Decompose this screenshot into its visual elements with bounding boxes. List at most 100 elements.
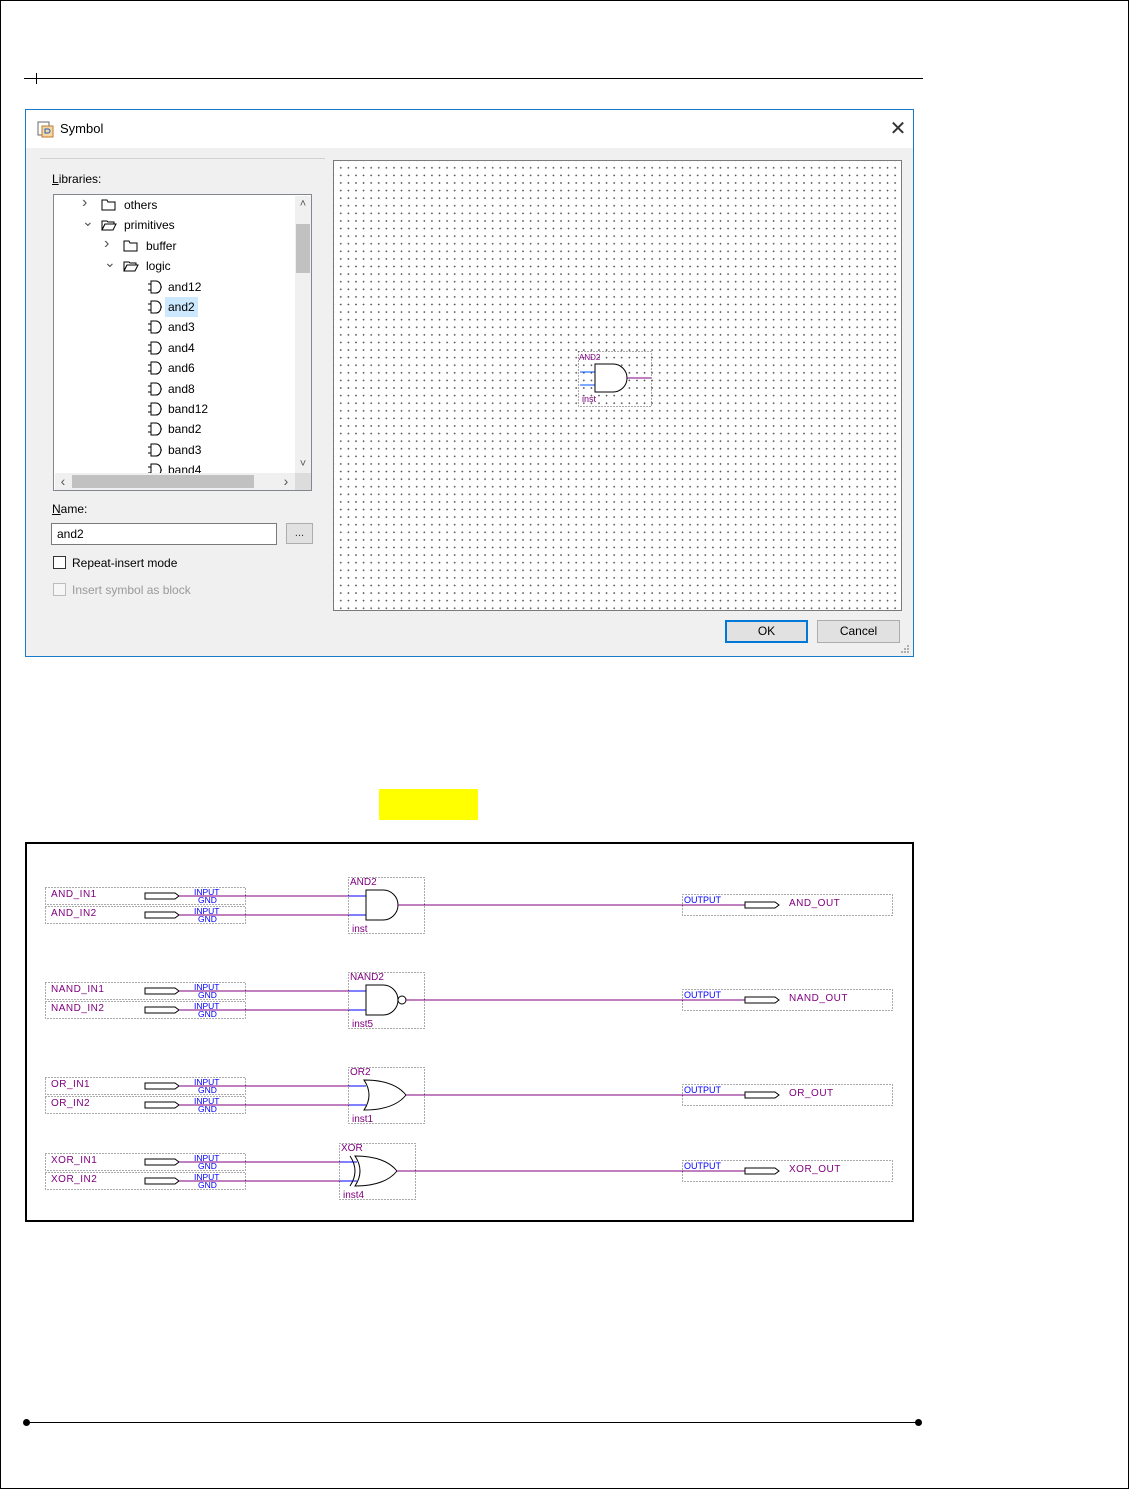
tree-item-label: and4 xyxy=(168,340,195,355)
tree-item-and2[interactable]: and2 xyxy=(54,297,294,317)
scroll-down-icon[interactable]: ˅ xyxy=(295,456,311,472)
bottom-rule-left-dot xyxy=(23,1419,30,1426)
gate-type-label: NAND2 xyxy=(350,972,384,983)
gnd-label: GND xyxy=(198,895,217,905)
preview-symbol-name: AND2 xyxy=(579,353,601,362)
close-button[interactable]: ✕ xyxy=(884,116,912,142)
and2-preview-symbol: AND2 inst xyxy=(578,351,652,407)
tree-item-band2[interactable]: band2 xyxy=(54,419,294,439)
tree-item-label: others xyxy=(124,198,158,212)
chevron-right-icon[interactable]: › xyxy=(82,195,87,213)
output-pin-symbol xyxy=(744,1167,780,1175)
output-pin-name: NAND_OUT xyxy=(789,993,848,1004)
highlight-box xyxy=(379,789,478,820)
vertical-scroll-thumb[interactable] xyxy=(296,224,310,273)
gate-type-label: AND2 xyxy=(350,877,377,888)
gate-type-label: OR2 xyxy=(350,1067,371,1078)
gnd-label: GND xyxy=(198,1085,217,1095)
output-pin-symbol xyxy=(744,1091,780,1099)
tree-item-label: band12 xyxy=(168,402,209,416)
tree-item-buffer[interactable]: › buffer xyxy=(54,234,294,256)
gate-symbol-icon xyxy=(148,341,162,355)
tree-item-label: and8 xyxy=(168,381,195,396)
nand-gate-body xyxy=(365,984,399,1016)
tree-item-label: band3 xyxy=(168,442,202,457)
tree-item-label-selected: and2 xyxy=(165,297,198,317)
input-pin-symbol xyxy=(144,1082,180,1090)
horizontal-scroll-thumb[interactable] xyxy=(72,475,254,488)
tree-item-label: band2 xyxy=(168,422,202,437)
gnd-label: GND xyxy=(198,1009,217,1019)
input-pin-symbol xyxy=(144,987,180,995)
vertical-scrollbar[interactable]: ˄ ˅ xyxy=(295,196,311,473)
input-pin-symbol xyxy=(144,1158,180,1166)
tree-item-label: logic xyxy=(146,259,171,274)
name-label: Name: xyxy=(52,502,88,516)
tree-item-and3[interactable]: and3 xyxy=(54,317,294,337)
ok-button[interactable]: OK xyxy=(725,620,808,643)
chevron-down-icon[interactable]: ⌄ xyxy=(82,211,94,231)
gate-symbol-icon xyxy=(148,300,162,314)
symbol-dialog: Symbol ✕ Libraries: › others ⌄ primitives › b… xyxy=(25,109,914,657)
schematic-row-and: AND_IN1 INPUTGNDAND_IN2 INPUTGNDAND2instOU… xyxy=(45,877,893,935)
tree-item-logic[interactable]: ⌄ logic xyxy=(54,254,294,276)
name-input[interactable]: and2 xyxy=(51,523,277,545)
folder-icon xyxy=(101,199,116,211)
input-pin-symbol xyxy=(144,911,180,919)
input-pin-symbol xyxy=(144,1006,180,1014)
insert-block-label: Insert symbol as block xyxy=(72,583,191,597)
cancel-button[interactable]: Cancel xyxy=(817,620,900,643)
tree-item-primitives[interactable]: ⌄ primitives xyxy=(54,213,294,235)
tree-item-label: primitives xyxy=(124,218,175,233)
scrollbar-corner xyxy=(295,473,311,490)
gate-symbol-icon xyxy=(148,361,162,375)
gate-symbol-icon xyxy=(148,422,162,436)
tree-item-band12[interactable]: band12 xyxy=(54,399,294,419)
gate-symbol-icon xyxy=(148,402,162,416)
input-pin-name: AND_IN2 xyxy=(51,908,97,919)
gate-type-label: XOR xyxy=(341,1143,363,1154)
left-pane-divider xyxy=(40,158,325,159)
output-pin-name: AND_OUT xyxy=(789,898,840,909)
folder-open-icon xyxy=(101,220,117,231)
tree-item-label: and12 xyxy=(168,279,202,294)
insert-block-checkbox[interactable] xyxy=(53,583,66,596)
bottom-rule xyxy=(26,1422,919,1423)
scroll-right-icon[interactable]: › xyxy=(278,473,294,489)
gate-symbol-icon xyxy=(148,382,162,396)
gnd-label: GND xyxy=(198,1161,217,1171)
gnd-label: GND xyxy=(198,1180,217,1190)
horizontal-scrollbar[interactable]: ‹ › xyxy=(55,473,295,490)
repeat-insert-label: Repeat-insert mode xyxy=(72,556,178,570)
tree-item-and4[interactable]: and4 xyxy=(54,338,294,358)
xor-gate-body xyxy=(354,1155,398,1187)
chevron-down-icon[interactable]: ⌄ xyxy=(104,252,116,272)
input-pin-name: NAND_IN1 xyxy=(51,984,104,995)
tree-item-and6[interactable]: and6 xyxy=(54,358,294,378)
top-rule-tick xyxy=(36,73,37,84)
schematic-row-xor: XOR_IN1 INPUTGNDXOR_IN2 INPUTGNDXORinst4OU… xyxy=(45,1143,893,1201)
chevron-right-icon[interactable]: › xyxy=(104,234,109,254)
gate-instance-label: inst4 xyxy=(343,1190,365,1201)
tree-item-label: buffer xyxy=(146,238,177,253)
input-pin-name: NAND_IN2 xyxy=(51,1003,104,1014)
schematic-row-or: OR_IN1 INPUTGNDOR_IN2 INPUTGNDOR2inst1OUTP… xyxy=(45,1067,893,1125)
gnd-label: GND xyxy=(198,990,217,1000)
tree-item-band3[interactable]: band3 xyxy=(54,440,294,460)
tree-item-and8[interactable]: and8 xyxy=(54,379,294,399)
repeat-insert-checkbox[interactable] xyxy=(53,556,66,569)
gnd-label: GND xyxy=(198,1104,217,1114)
tree-item-and12[interactable]: and12 xyxy=(54,277,294,297)
bottom-rule-right-dot xyxy=(915,1419,922,1426)
resize-grip-icon[interactable] xyxy=(900,644,910,654)
preview-instance: inst xyxy=(582,394,597,404)
input-pin-name: OR_IN2 xyxy=(51,1098,90,1109)
libraries-tree[interactable]: › others ⌄ primitives › buffer ⌄ logic and12 and2… xyxy=(53,194,312,491)
symbol-app-icon xyxy=(37,121,54,138)
browse-button[interactable]: ... xyxy=(286,523,313,544)
gate-symbol-icon xyxy=(148,443,162,457)
scroll-left-icon[interactable]: ‹ xyxy=(55,473,71,489)
input-pin-symbol xyxy=(144,1177,180,1185)
output-pin-symbol xyxy=(744,996,780,1004)
scroll-up-icon[interactable]: ˄ xyxy=(295,196,311,212)
